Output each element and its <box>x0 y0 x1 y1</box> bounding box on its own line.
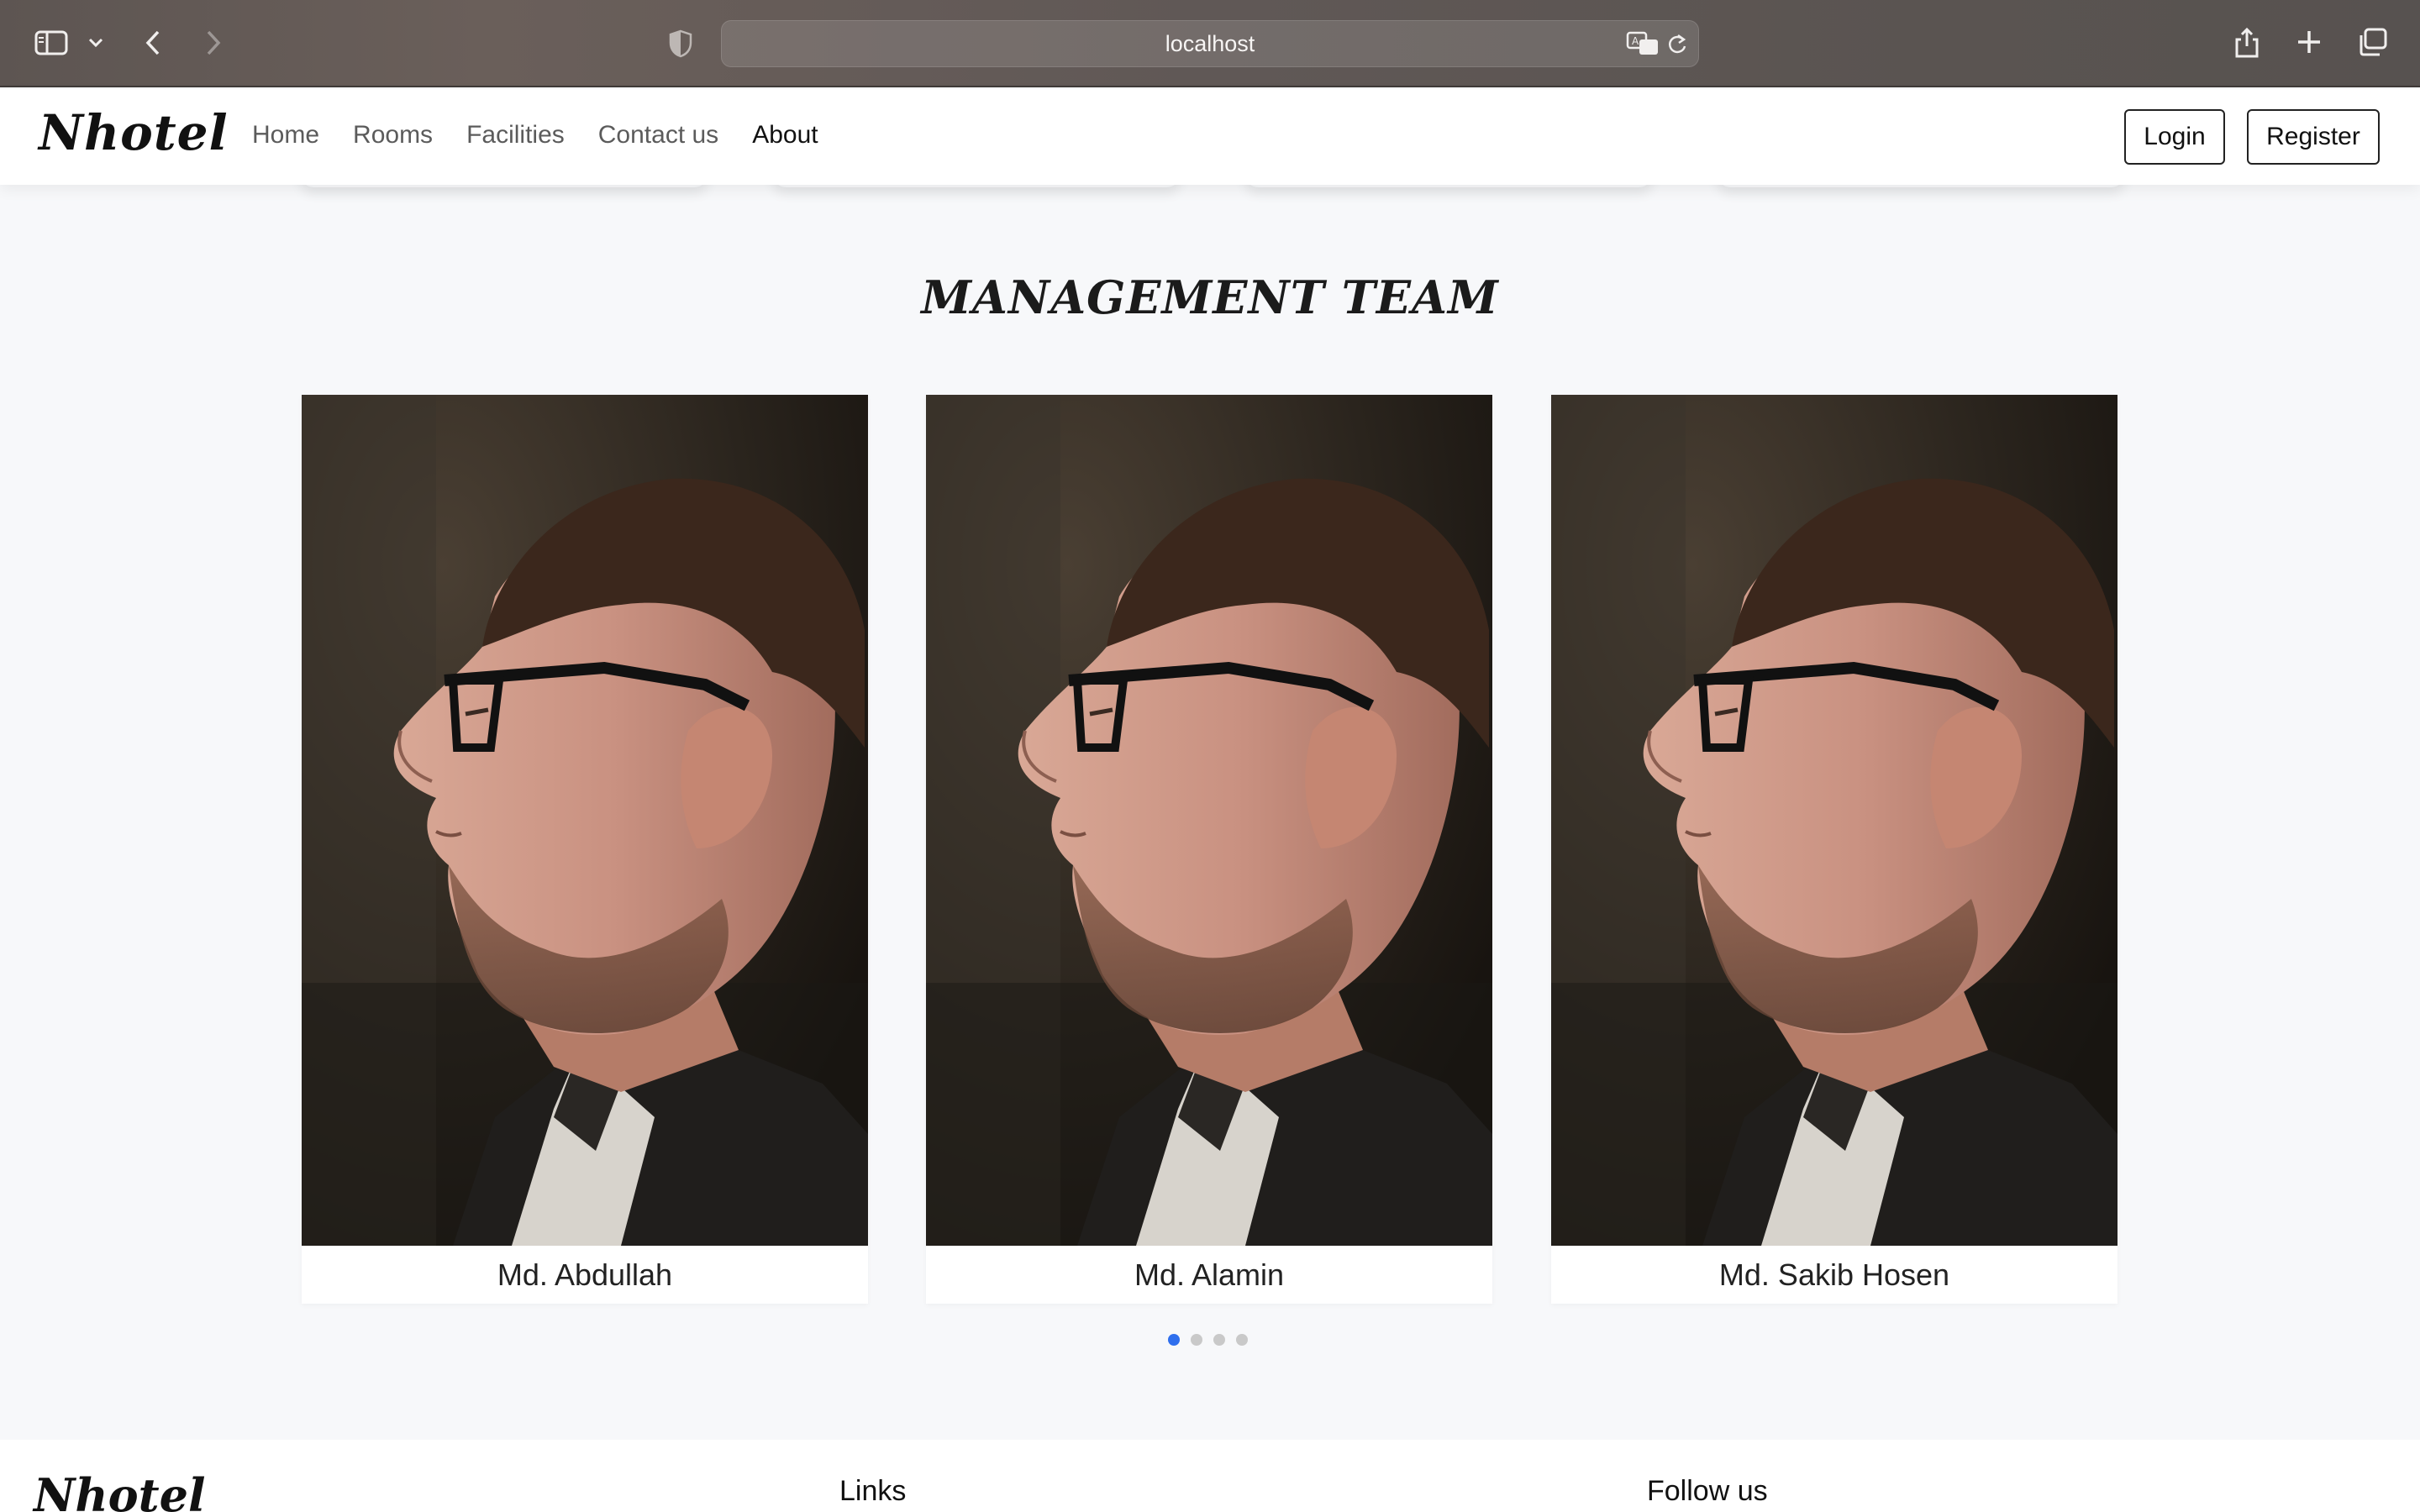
site-navbar: Nhotel Home Rooms Facilities Contact us … <box>0 89 2420 185</box>
carousel-dot[interactable] <box>1213 1334 1225 1346</box>
nav-link-rooms[interactable]: Rooms <box>353 121 433 150</box>
team-member-card: Md. Abdullah <box>302 395 868 1304</box>
translate-icon[interactable]: A <box>1626 31 1660 60</box>
forward-icon[interactable] <box>198 25 229 60</box>
team-member-photo <box>926 395 1492 1246</box>
team-member-photo <box>302 395 868 1246</box>
privacy-shield-icon[interactable] <box>666 29 696 59</box>
nav-link-about[interactable]: About <box>752 121 818 150</box>
back-icon[interactable] <box>138 25 168 60</box>
team-member-name: Md. Alamin <box>1134 1257 1285 1292</box>
nav-link-facilities[interactable]: Facilities <box>466 121 565 150</box>
team-member-card: Md. Alamin <box>926 395 1492 1304</box>
carousel-pagination <box>1168 1334 1248 1346</box>
nav-link-home[interactable]: Home <box>252 121 319 150</box>
login-button[interactable]: Login <box>2124 109 2225 165</box>
chevron-down-icon[interactable] <box>84 30 108 55</box>
sidebar-toggle-icon[interactable] <box>32 25 71 60</box>
share-icon[interactable] <box>2232 24 2262 62</box>
team-member-photo <box>1551 395 2118 1246</box>
new-tab-icon[interactable] <box>2294 27 2324 57</box>
address-bar[interactable]: localhost A <box>721 20 1699 67</box>
site-footer: Nhotel Links Follow us <box>0 1440 2420 1512</box>
footer-links-heading: Links <box>839 1475 907 1507</box>
carousel-dot[interactable] <box>1191 1334 1202 1346</box>
url-text: localhost <box>1165 30 1255 56</box>
team-member-name: Md. Abdullah <box>497 1257 673 1292</box>
team-member-name: Md. Sakib Hosen <box>1718 1257 1950 1292</box>
team-member-card: Md. Sakib Hosen <box>1551 395 2118 1304</box>
nav-link-contact[interactable]: Contact us <box>598 121 718 150</box>
browser-toolbar: localhost A <box>0 0 2420 87</box>
register-button[interactable]: Register <box>2247 109 2380 165</box>
tab-overview-icon[interactable] <box>2356 25 2390 59</box>
brand-logo[interactable]: Nhotel <box>39 104 229 161</box>
carousel-dot[interactable] <box>1236 1334 1248 1346</box>
nav-links: Home Rooms Facilities Contact us About <box>252 121 818 150</box>
footer-follow-heading: Follow us <box>1647 1475 1768 1507</box>
footer-brand[interactable]: Nhotel <box>34 1468 205 1512</box>
reload-icon[interactable] <box>1666 33 1688 60</box>
carousel-dot[interactable] <box>1168 1334 1180 1346</box>
svg-text:A: A <box>1632 35 1639 47</box>
section-title: MANAGEMENT TEAM <box>921 270 1499 324</box>
